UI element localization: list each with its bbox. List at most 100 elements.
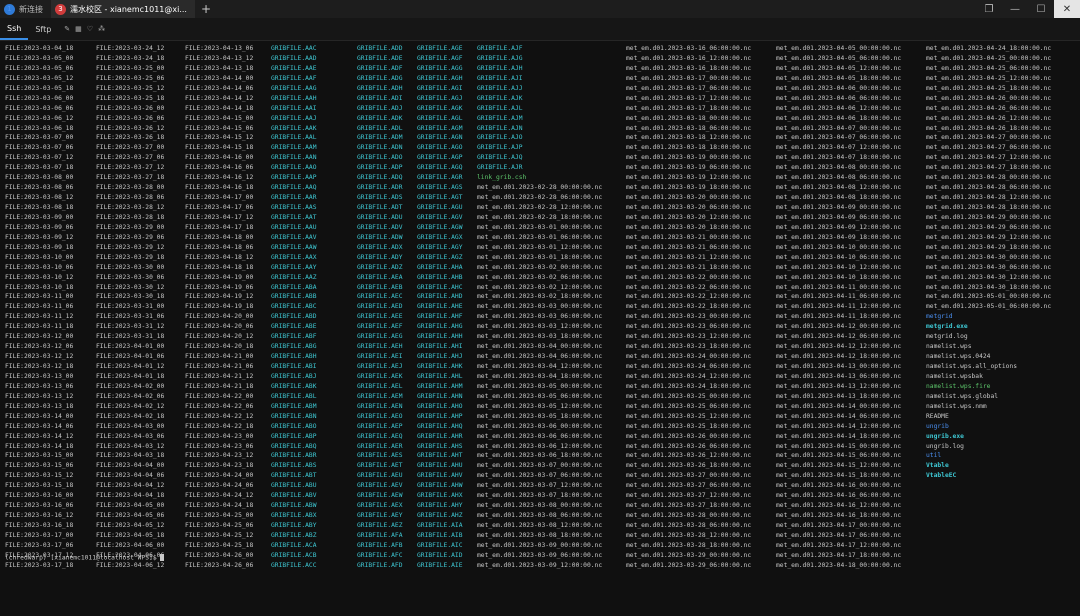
listing-row: FILE:2023-03-15_00 FILE:2023-04-03_18 FILE… <box>0 451 1080 461</box>
file-entry: GRIBFILE.AAX <box>271 253 317 261</box>
file-entry: met_em.d01.2023-04-18_00:00:00.nc <box>776 561 902 569</box>
file-entry: FILE:2023-03-11_12 <box>5 313 74 321</box>
layout-icon[interactable]: ▦ <box>75 25 82 33</box>
shell-prompt[interactable]: (chredwarp) [xianemc1011@localhost WPS]$ <box>5 554 165 562</box>
file-entry: FILE:2023-03-26_06 <box>96 114 165 122</box>
file-entry: met_em.d01.2023-04-25_12:00:00.nc <box>926 74 1052 82</box>
file-entry: metgrid.log <box>926 333 968 341</box>
file-entry: FILE:2023-03-05_12 <box>5 74 74 82</box>
restore-icon[interactable]: ❐ <box>976 0 1002 18</box>
file-entry: util <box>926 452 942 460</box>
maximize-icon[interactable]: ☐ <box>1028 0 1054 18</box>
file-entry: FILE:2023-04-01_18 <box>96 372 165 380</box>
file-entry: GRIBFILE.AEA <box>357 273 403 281</box>
listing-row: FILE:2023-03-12_18 FILE:2023-04-01_12 FILE… <box>0 362 1080 372</box>
file-entry: met_em.d01.2023-03-20_18:00:00.nc <box>626 223 752 231</box>
file-entry: GRIBFILE.AJL <box>477 104 523 112</box>
file-entry: GRIBFILE.AJH <box>477 64 523 72</box>
file-entry: met_em.d01.2023-04-30_06:00:00.nc <box>926 263 1052 271</box>
file-entry: FILE:2023-04-02_00 <box>96 382 165 390</box>
file-entry: met_em.d01.2023-04-29_06:00:00.nc <box>926 223 1052 231</box>
file-entry: FILE:2023-04-01_00 <box>96 343 165 351</box>
file-entry: GRIBFILE.ADD <box>357 45 403 52</box>
file-entry: GRIBFILE.AHG <box>417 323 463 331</box>
new-tab-button[interactable]: + <box>195 2 217 16</box>
file-entry: GRIBFILE.ADM <box>357 134 403 142</box>
listing-row: FILE:2023-03-12_12 FILE:2023-04-01_06 FILE… <box>0 352 1080 362</box>
file-entry: GRIBFILE.AEP <box>357 422 403 430</box>
file-entry: GRIBFILE.AHS <box>417 442 463 450</box>
file-entry: FILE:2023-04-19_00 <box>185 273 254 281</box>
listing-row: FILE:2023-03-16_18 FILE:2023-04-05_12 FILE… <box>0 521 1080 531</box>
file-entry: FILE:2023-04-03_18 <box>96 452 165 460</box>
file-entry: met_em.d01.2023-03-21_00:00:00.nc <box>626 233 752 241</box>
file-entry: FILE:2023-04-24_12 <box>185 492 254 500</box>
file-entry: FILE:2023-03-28_06 <box>96 194 165 202</box>
tab-label: 濡水校区 - xianemc1011@xi... <box>70 4 187 14</box>
file-entry: GRIBFILE.ABS <box>271 462 317 470</box>
tab-session[interactable]: 3 濡水校区 - xianemc1011@xi... <box>51 0 195 18</box>
file-entry: FILE:2023-04-05_18 <box>96 531 165 539</box>
file-entry: met_em.d01.2023-02-28_06:00:00.nc <box>477 194 603 202</box>
close-icon[interactable]: ✕ <box>1054 0 1080 18</box>
file-entry: FILE:2023-03-09_00 <box>5 213 74 221</box>
file-entry: FILE:2023-03-06_18 <box>5 124 74 132</box>
file-entry: met_em.d01.2023-03-02_06:00:00.nc <box>477 273 603 281</box>
file-entry: GRIBFILE.AAZ <box>271 273 317 281</box>
file-entry: met_em.d01.2023-03-26_00:00:00.nc <box>626 432 752 440</box>
file-entry: FILE:2023-03-04_18 <box>5 45 74 52</box>
file-entry: met_em.d01.2023-03-05_06:00:00.nc <box>477 392 603 400</box>
file-entry: FILE:2023-04-22_12 <box>185 412 254 420</box>
file-entry: FILE:2023-04-24_00 <box>185 472 254 480</box>
file-entry: GRIBFILE.ABW <box>271 502 317 510</box>
file-entry: met_em.d01.2023-04-26_00:00:00.nc <box>926 94 1052 102</box>
file-entry: met_em.d01.2023-03-06_00:00:00.nc <box>477 422 603 430</box>
file-entry: met_em.d01.2023-04-05_18:00:00.nc <box>776 74 902 82</box>
file-entry: met_em.d01.2023-04-26_12:00:00.nc <box>926 114 1052 122</box>
file-entry: GRIBFILE.ADN <box>357 144 403 152</box>
file-entry: GRIBFILE.AHH <box>417 333 463 341</box>
file-entry: met_em.d01.2023-05-01_06:00:00.nc <box>926 303 1052 311</box>
file-entry: GRIBFILE.AJN <box>477 124 523 132</box>
file-entry: FILE:2023-04-14_00 <box>185 74 254 82</box>
tab-sftp[interactable]: Sftp <box>28 18 58 40</box>
file-entry: met_em.d01.2023-04-09_12:00:00.nc <box>776 223 902 231</box>
file-entry: GRIBFILE.ABR <box>271 452 317 460</box>
file-entry: GRIBFILE.AGJ <box>417 94 463 102</box>
file-entry: met_em.d01.2023-03-17_18:00:00.nc <box>626 104 752 112</box>
file-entry: GRIBFILE.AGX <box>417 233 463 241</box>
file-entry: GRIBFILE.ADK <box>357 114 403 122</box>
network-icon[interactable]: ⁂ <box>98 25 105 33</box>
file-entry: FILE:2023-03-26_00 <box>96 104 165 112</box>
terminal-output[interactable]: FILE:2023-03-04_18 FILE:2023-03-24_12 FILE… <box>0 44 1080 612</box>
file-entry: GRIBFILE.AHM <box>417 382 463 390</box>
shield-icon[interactable]: ♡ <box>87 25 93 33</box>
file-entry: FILE:2023-04-13_12 <box>185 54 254 62</box>
file-entry: FILE:2023-03-25_18 <box>96 94 165 102</box>
file-entry: GRIBFILE.AEQ <box>357 432 403 440</box>
file-entry: FILE:2023-03-07_00 <box>5 134 74 142</box>
tab-bar: 1 新连接 3 濡水校区 - xianemc1011@xi... + ❐ — ☐… <box>0 0 1080 18</box>
tab-new-connection[interactable]: 1 新连接 <box>0 0 51 18</box>
tab-ssh[interactable]: Ssh <box>0 18 29 40</box>
file-entry: FILE:2023-03-17_00 <box>5 531 74 539</box>
file-entry: met_em.d01.2023-03-28_00:00:00.nc <box>626 512 752 520</box>
listing-row: FILE:2023-03-06_18 FILE:2023-03-26_12 FILE… <box>0 124 1080 134</box>
file-entry: FILE:2023-04-23_06 <box>185 442 254 450</box>
file-entry: met_em.d01.2023-04-05_12:00:00.nc <box>776 64 902 72</box>
file-entry: FILE:2023-03-24_18 <box>96 54 165 62</box>
file-entry: met_em.d01.2023-03-06_12:00:00.nc <box>477 442 603 450</box>
file-entry: met_em.d01.2023-04-11_06:00:00.nc <box>776 293 902 301</box>
file-entry: met_em.d01.2023-04-27_06:00:00.nc <box>926 144 1052 152</box>
file-entry: GRIBFILE.AGZ <box>417 253 463 261</box>
listing-row: FILE:2023-03-13_06 FILE:2023-04-02_00 FILE… <box>0 382 1080 392</box>
file-entry: FILE:2023-03-05_06 <box>5 64 74 72</box>
file-entry: FILE:2023-03-14_18 <box>5 442 74 450</box>
file-entry: FILE:2023-04-21_00 <box>185 353 254 361</box>
listing-row: FILE:2023-03-10_18 FILE:2023-03-30_12 FILE… <box>0 283 1080 293</box>
minimize-icon[interactable]: — <box>1002 0 1028 18</box>
file-entry: met_em.d01.2023-04-08_18:00:00.nc <box>776 194 902 202</box>
file-entry: GRIBFILE.AHP <box>417 412 463 420</box>
attach-icon[interactable]: ✎ <box>64 25 70 33</box>
file-entry: FILE:2023-03-30_06 <box>96 273 165 281</box>
